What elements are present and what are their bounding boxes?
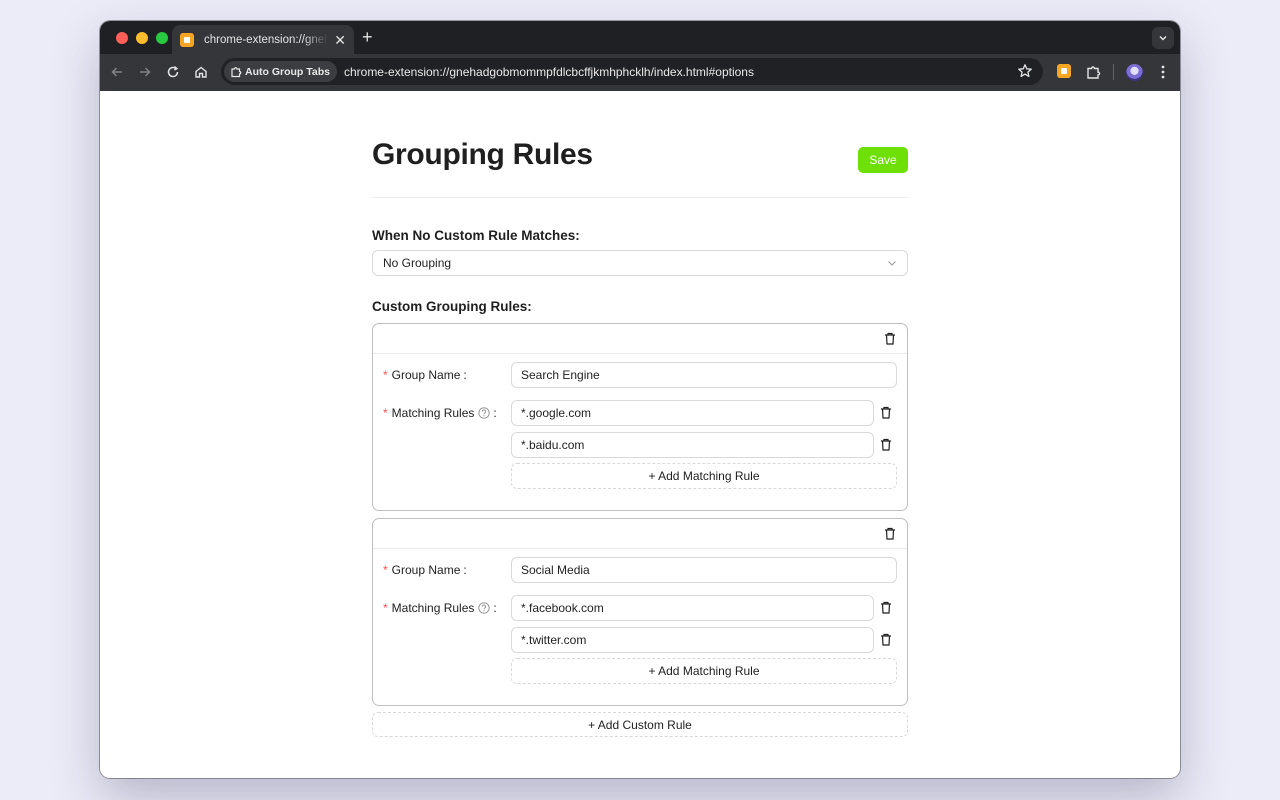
group-card: * Group Name : Social Media * Matching R…	[372, 518, 908, 706]
group-name-input[interactable]: Social Media	[511, 557, 897, 583]
default-rule-value: No Grouping	[383, 256, 452, 270]
default-rule-select[interactable]: No Grouping	[372, 250, 908, 276]
required-mark: *	[383, 406, 388, 420]
required-mark: *	[383, 601, 388, 615]
matching-rules-label: * Matching Rules :	[383, 601, 497, 615]
group-name-label: * Group Name :	[383, 368, 467, 382]
delete-rule-trash-icon[interactable]	[880, 633, 892, 651]
window-controls	[116, 32, 168, 44]
header-divider	[372, 197, 908, 198]
browser-toolbar: Auto Group Tabs chrome-extension://gneha…	[100, 54, 1180, 91]
new-tab-button[interactable]: +	[362, 28, 373, 46]
delete-rule-trash-icon[interactable]	[880, 438, 892, 456]
tab-search-button[interactable]	[1152, 27, 1174, 49]
auto-group-tabs-extension-icon[interactable]	[1057, 64, 1071, 78]
required-mark: *	[383, 563, 388, 577]
group-name-label-text: Group Name	[391, 563, 461, 577]
chevron-down-icon	[888, 261, 896, 266]
group-card-header	[373, 519, 907, 549]
more-menu-icon[interactable]	[1154, 63, 1172, 81]
close-window-button[interactable]	[116, 32, 128, 44]
matching-rules-label-text: Matching Rules	[391, 601, 475, 615]
address-bar[interactable]: Auto Group Tabs chrome-extension://gneha…	[221, 58, 1043, 85]
matching-rule-value: *.google.com	[521, 406, 592, 420]
toolbar-separator	[1113, 64, 1114, 80]
group-name-value: Social Media	[521, 563, 590, 577]
label-colon: :	[493, 601, 497, 615]
group-name-input[interactable]: Search Engine	[511, 362, 897, 388]
extensions-puzzle-icon[interactable]	[1084, 63, 1102, 81]
active-tab[interactable]: chrome-extension://gnehadgobmommpfdlcbcf…	[172, 25, 354, 54]
help-question-icon[interactable]	[478, 602, 491, 614]
add-matching-rule-button[interactable]: + Add Matching Rule	[511, 658, 897, 684]
puzzle-icon	[231, 66, 242, 77]
profile-avatar[interactable]	[1126, 64, 1143, 81]
url-text: chrome-extension://gnehadgobmommpfdlcbcf…	[343, 64, 754, 79]
tab-title: chrome-extension://gnehadgobmommpfdlcbcf…	[204, 33, 329, 46]
delete-group-trash-icon[interactable]	[884, 332, 896, 350]
group-name-value: Search Engine	[521, 368, 600, 382]
label-colon: :	[493, 406, 497, 420]
group-card: * Group Name : Search Engine * Matching …	[372, 323, 908, 511]
matching-rule-value: *.facebook.com	[521, 601, 604, 615]
chevron-down-icon	[1159, 35, 1167, 41]
group-name-label-text: Group Name	[391, 368, 461, 382]
tab-close-icon[interactable]: ✕	[334, 33, 346, 47]
matching-rule-input[interactable]: *.google.com	[511, 400, 874, 426]
options-page: Grouping Rules Save When No Custom Rule …	[100, 91, 1180, 778]
extension-chip[interactable]: Auto Group Tabs	[224, 61, 337, 82]
default-rule-label: When No Custom Rule Matches:	[372, 228, 580, 243]
matching-rule-input[interactable]: *.twitter.com	[511, 627, 874, 653]
add-custom-rule-button[interactable]: + Add Custom Rule	[372, 712, 908, 737]
browser-window: chrome-extension://gnehadgobmommpfdlcbcf…	[100, 21, 1180, 778]
bookmark-star-icon[interactable]	[1017, 63, 1033, 84]
home-icon[interactable]	[192, 63, 210, 81]
back-icon[interactable]	[108, 63, 126, 81]
extension-favicon-icon	[180, 32, 194, 47]
delete-rule-trash-icon[interactable]	[880, 406, 892, 424]
matching-rule-input[interactable]: *.facebook.com	[511, 595, 874, 621]
group-name-label: * Group Name :	[383, 563, 467, 577]
group-card-header	[373, 324, 907, 354]
matching-rules-label: * Matching Rules :	[383, 406, 497, 420]
forward-icon[interactable]	[136, 63, 154, 81]
minimize-window-button[interactable]	[136, 32, 148, 44]
help-question-icon[interactable]	[478, 407, 491, 419]
custom-rules-label: Custom Grouping Rules:	[372, 299, 532, 314]
delete-group-trash-icon[interactable]	[884, 527, 896, 545]
delete-rule-trash-icon[interactable]	[880, 601, 892, 619]
label-colon: :	[463, 563, 467, 577]
required-mark: *	[383, 368, 388, 382]
reload-icon[interactable]	[164, 63, 182, 81]
matching-rule-value: *.twitter.com	[521, 633, 587, 647]
matching-rule-value: *.baidu.com	[521, 438, 585, 452]
extension-chip-label: Auto Group Tabs	[245, 65, 330, 78]
zoom-window-button[interactable]	[156, 32, 168, 44]
add-matching-rule-button[interactable]: + Add Matching Rule	[511, 463, 897, 489]
save-button[interactable]: Save	[858, 147, 908, 173]
matching-rule-input[interactable]: *.baidu.com	[511, 432, 874, 458]
label-colon: :	[463, 368, 467, 382]
tab-strip: chrome-extension://gnehadgobmommpfdlcbcf…	[100, 21, 1180, 54]
page-title: Grouping Rules	[372, 138, 593, 171]
matching-rules-label-text: Matching Rules	[391, 406, 475, 420]
